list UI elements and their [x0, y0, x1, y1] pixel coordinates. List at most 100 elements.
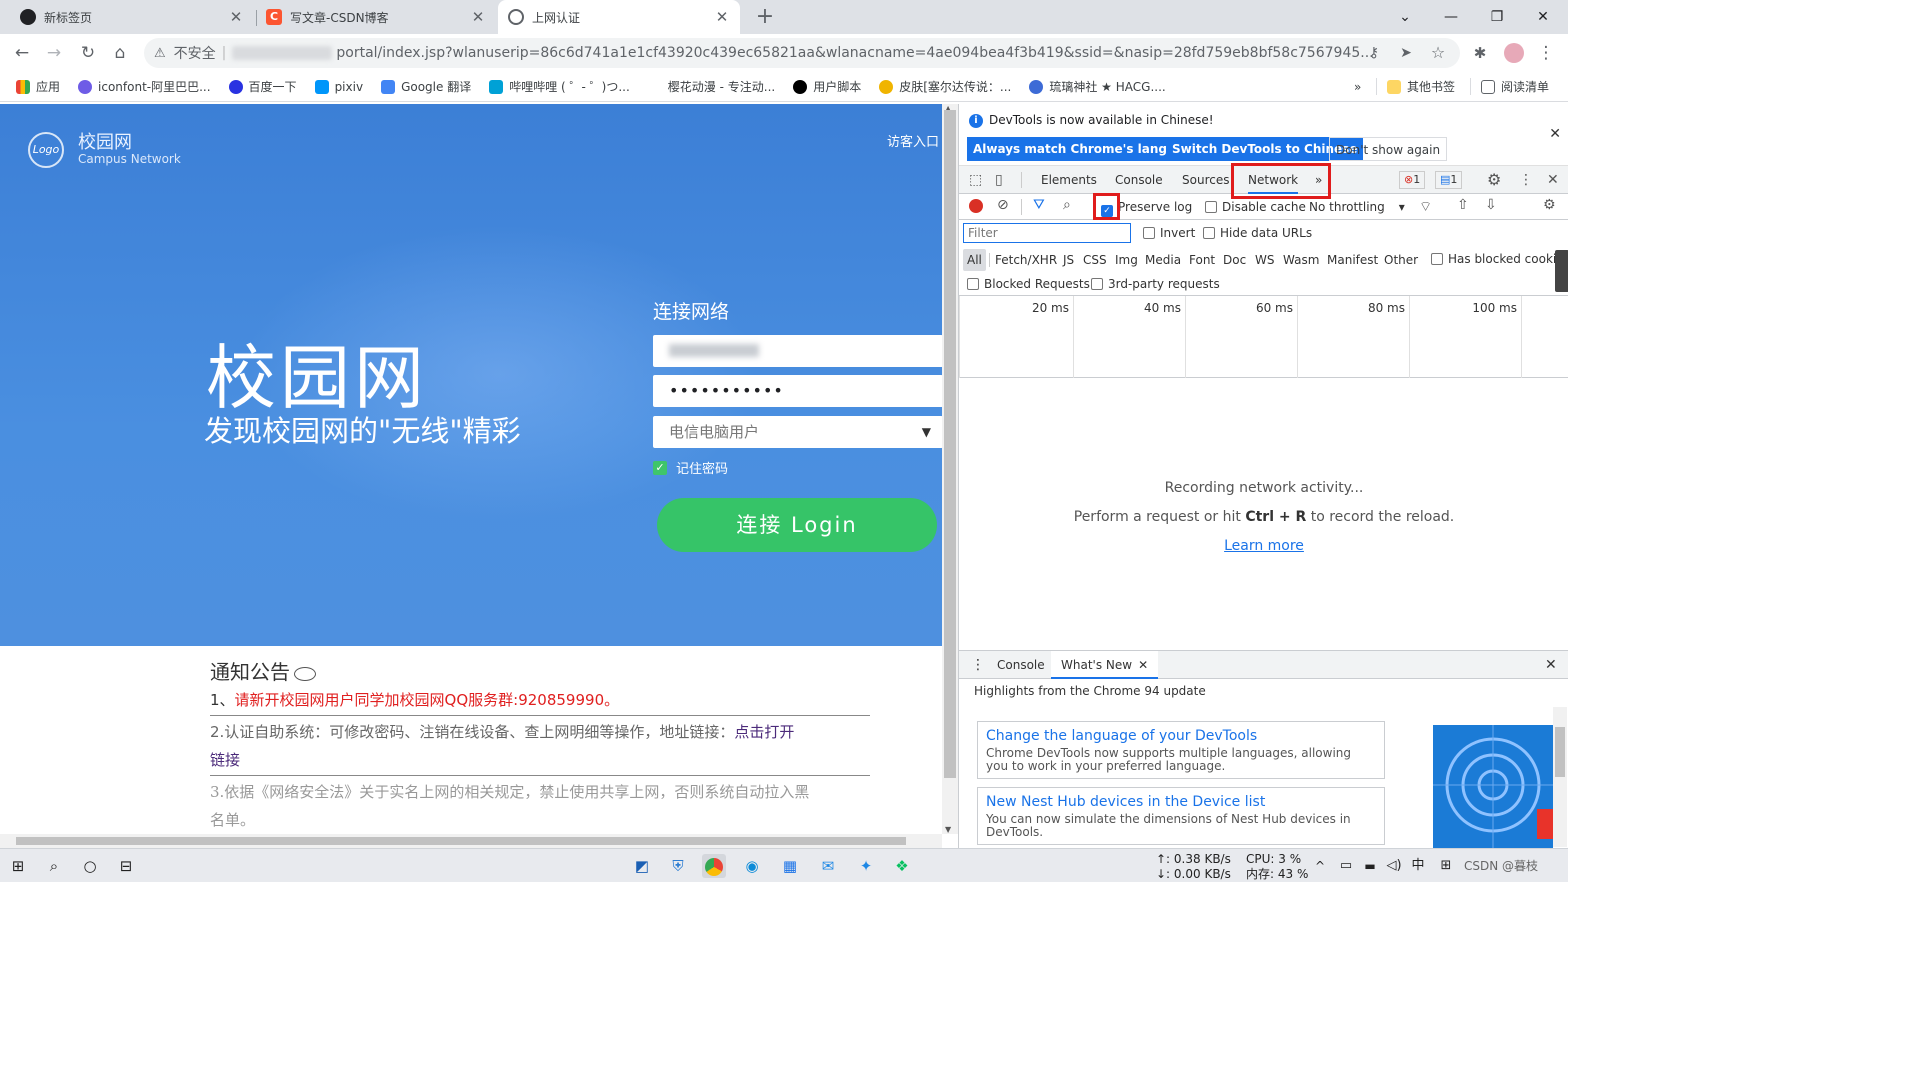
- import-har-icon[interactable]: ⇧: [1457, 197, 1469, 213]
- drawer-scrollbar[interactable]: [1553, 707, 1567, 847]
- ime-indicator[interactable]: 中: [1406, 854, 1430, 878]
- windows-start-icon[interactable]: ⊞: [6, 854, 30, 878]
- inspect-element-icon[interactable]: ⬚: [969, 171, 982, 189]
- edge-icon[interactable]: ◉: [740, 854, 764, 878]
- learn-more-link[interactable]: Learn more: [1224, 538, 1304, 554]
- tab-csdn[interactable]: C 写文章-CSDN博客 ✕: [256, 0, 496, 34]
- hide-data-urls-checkbox[interactable]: Hide data URLs: [1203, 226, 1312, 240]
- self-service-link[interactable]: 链接: [210, 751, 240, 769]
- close-tab-icon[interactable]: ✕: [714, 8, 730, 26]
- checkbox-icon[interactable]: [1205, 201, 1217, 213]
- send-icon[interactable]: ➤: [1392, 39, 1420, 67]
- close-tab-icon[interactable]: ✕: [1138, 658, 1148, 672]
- tab-elements[interactable]: Elements: [1041, 166, 1097, 194]
- volume-icon[interactable]: ◁): [1382, 854, 1406, 878]
- messages-badge[interactable]: ▤1: [1435, 171, 1463, 189]
- tray-overflow-icon[interactable]: ^: [1308, 854, 1332, 878]
- filter-type-img[interactable]: Img: [1115, 249, 1138, 271]
- pinned-app-icon[interactable]: ◩: [630, 854, 654, 878]
- filter-type-media[interactable]: Media: [1145, 249, 1181, 271]
- page-vertical-scrollbar[interactable]: ▲ ▼: [942, 104, 958, 834]
- home-button[interactable]: ⌂: [106, 39, 134, 67]
- reload-button[interactable]: ↻: [74, 39, 102, 67]
- task-view-icon[interactable]: ⊟: [114, 854, 138, 878]
- bookmark-userscripts[interactable]: 用户脚本: [793, 78, 861, 95]
- filter-type-manifest[interactable]: Manifest: [1327, 249, 1378, 271]
- mail-icon[interactable]: ✉: [816, 854, 840, 878]
- device-toolbar-icon[interactable]: ▯: [995, 171, 1003, 189]
- drawer-menu-icon[interactable]: ⋮: [971, 651, 985, 679]
- wechat-icon[interactable]: ❖: [890, 854, 914, 878]
- new-tab-button[interactable]: +: [752, 4, 778, 30]
- self-service-link[interactable]: 点击打开: [734, 723, 794, 741]
- third-party-checkbox[interactable]: 3rd-party requests: [1091, 277, 1220, 291]
- tab-portal[interactable]: 上网认证 ✕: [498, 0, 740, 34]
- bookmark-other[interactable]: 其他书签: [1376, 78, 1455, 95]
- password-input[interactable]: •••••••••••: [653, 375, 942, 407]
- bookmark-apps[interactable]: 应用: [16, 78, 60, 95]
- cortana-icon[interactable]: ○: [78, 854, 102, 878]
- close-drawer-icon[interactable]: ✕: [1545, 651, 1557, 679]
- tab-console[interactable]: Console: [1115, 166, 1163, 194]
- filter-type-other[interactable]: Other: [1384, 249, 1418, 271]
- network-conditions-icon[interactable]: ⌔: [1419, 198, 1432, 216]
- guest-entry-link[interactable]: 访客入口: [887, 131, 939, 150]
- bookmark-yhdm[interactable]: 樱花动漫 - 专注动...: [647, 78, 775, 95]
- filter-type-css[interactable]: CSS: [1083, 249, 1107, 271]
- reading-list[interactable]: 阅读清单: [1470, 78, 1549, 95]
- disable-cache-checkbox[interactable]: Disable cache: [1205, 200, 1306, 214]
- errors-badge[interactable]: ⊗1: [1399, 171, 1426, 189]
- security-label[interactable]: 不安全: [174, 43, 216, 63]
- filter-type-js[interactable]: JS: [1063, 249, 1074, 271]
- close-icon[interactable]: ✕: [1549, 126, 1561, 142]
- bookmark-iconfont[interactable]: iconfont-阿里巴巴...: [78, 78, 211, 95]
- filter-type-fetch[interactable]: Fetch/XHR: [995, 249, 1057, 271]
- forward-button[interactable]: →: [40, 39, 68, 67]
- filter-type-doc[interactable]: Doc: [1223, 249, 1246, 271]
- bookmark-bilibili[interactable]: 哔哩哔哩 ( ゜- ゜)つ...: [489, 78, 630, 95]
- bookmark-baidu[interactable]: 百度一下: [228, 78, 297, 95]
- star-icon[interactable]: ☆: [1424, 39, 1452, 67]
- filter-type-wasm[interactable]: Wasm: [1283, 249, 1319, 271]
- address-bar[interactable]: ⚠ 不安全 | portal/index.jsp?wlanuserip=86c6…: [144, 38, 1460, 68]
- key-icon[interactable]: ⚷: [1360, 39, 1388, 67]
- dont-show-again-button[interactable]: Don't show again: [1329, 137, 1448, 161]
- filter-type-font[interactable]: Font: [1189, 249, 1215, 271]
- isp-select[interactable]: 电信电脑用户 ▼: [653, 416, 942, 448]
- pinned-app-icon-2[interactable]: ✦: [854, 854, 878, 878]
- username-input[interactable]: [653, 335, 942, 367]
- drawer-tab-console[interactable]: Console: [997, 651, 1045, 679]
- warning-icon[interactable]: ⚠: [154, 46, 166, 61]
- filter-input[interactable]: Filter: [963, 223, 1131, 243]
- tab-sources[interactable]: Sources: [1182, 166, 1229, 194]
- security-shield-icon[interactable]: ⛨: [666, 854, 690, 878]
- search-icon[interactable]: ⌕: [1063, 197, 1071, 213]
- tray-display-icon[interactable]: ▭: [1334, 854, 1358, 878]
- filter-type-all[interactable]: All: [963, 249, 986, 271]
- close-devtools-icon[interactable]: ✕: [1547, 171, 1559, 189]
- network-settings-gear-icon[interactable]: ⚙: [1543, 197, 1556, 213]
- record-icon[interactable]: [969, 199, 983, 213]
- close-tab-icon[interactable]: ✕: [228, 8, 244, 26]
- drawer-tab-whats-new[interactable]: What's New ✕: [1051, 651, 1159, 679]
- invert-checkbox[interactable]: Invert: [1143, 226, 1195, 240]
- menu-icon[interactable]: ⋮: [1532, 39, 1560, 67]
- checkbox-checked-icon[interactable]: ✓: [653, 460, 667, 475]
- bookmark-hacg[interactable]: 琉璃神社 ★ HACG....: [1029, 78, 1166, 95]
- store-icon[interactable]: ▦: [778, 854, 802, 878]
- kebab-menu-icon[interactable]: ⋮: [1519, 171, 1533, 189]
- bookmark-zelda-skin[interactable]: 皮肤[塞尔达传说：...: [879, 78, 1011, 95]
- clear-icon[interactable]: ⊘: [997, 197, 1009, 213]
- restore-button[interactable]: ❐: [1474, 0, 1520, 34]
- login-button[interactable]: 连接 Login: [657, 498, 937, 552]
- gear-icon[interactable]: ⚙: [1487, 171, 1501, 189]
- url-text[interactable]: portal/index.jsp?wlanuserip=86c6d741a1e1…: [336, 45, 1373, 61]
- card-title[interactable]: New Nest Hub devices in the Device list: [986, 793, 1376, 811]
- bookmarks-overflow-icon[interactable]: »: [1354, 80, 1361, 94]
- bookmark-pixiv[interactable]: pixiv: [314, 79, 363, 94]
- minimize-button[interactable]: —: [1428, 0, 1474, 34]
- whats-new-card[interactable]: Change the language of your DevTools Chr…: [977, 721, 1385, 779]
- blocked-requests-checkbox[interactable]: Blocked Requests: [967, 277, 1090, 291]
- filter-icon[interactable]: ⛛: [1033, 197, 1045, 213]
- tab-search-icon[interactable]: ⌄: [1382, 0, 1428, 34]
